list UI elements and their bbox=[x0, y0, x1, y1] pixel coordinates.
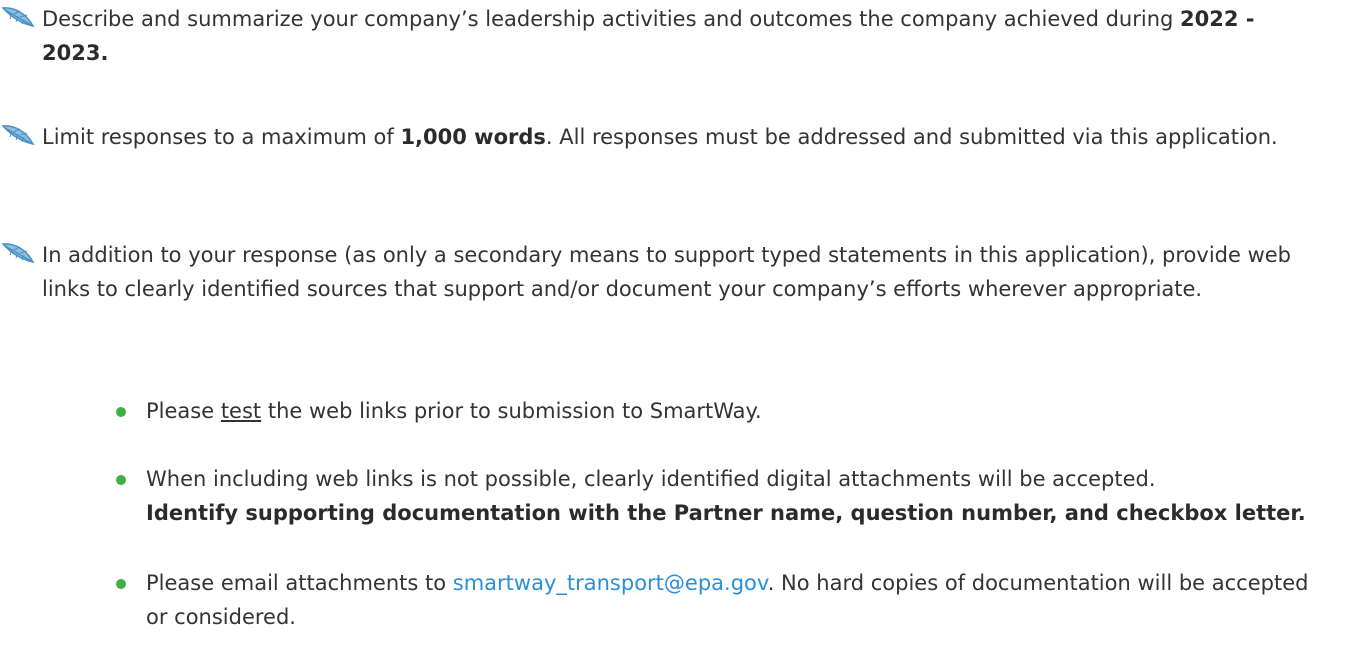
instruction-text-3: In addition to your response (as only a … bbox=[42, 243, 1292, 301]
leaf-icon bbox=[1, 125, 35, 146]
instruction-text-2: Limit responses to a maximum of 1,000 wo… bbox=[42, 120, 1302, 154]
instruction-1-text: Describe and summarize your company’s le… bbox=[42, 7, 1181, 31]
bullet-1-underlined-test: test bbox=[220, 399, 262, 423]
bullet-text-1: Please test the web links prior to submi… bbox=[146, 394, 1316, 428]
bullet-dot bbox=[116, 579, 126, 589]
instruction-2-text-after: . All responses must be addressed and su… bbox=[545, 125, 1278, 149]
instruction-2-word-limit: 1,000 words bbox=[400, 125, 546, 149]
instruction-text-1: Describe and summarize your company’s le… bbox=[42, 2, 1302, 70]
bullet-2-text: When including web links is not possible… bbox=[146, 467, 1156, 491]
bullet-text-3: Please email attachments to smartway_tra… bbox=[146, 566, 1316, 634]
bullet-text-2: When including web links is not possible… bbox=[146, 462, 1316, 530]
bullet-3-text-before: Please email attachments to bbox=[146, 571, 453, 595]
bullet-2-bold-instruction: Identify supporting documentation with t… bbox=[146, 501, 1306, 525]
email-link[interactable]: smartway_transport@epa.gov bbox=[453, 571, 768, 595]
instruction-2-text: Limit responses to a maximum of bbox=[42, 125, 401, 149]
bullet-1-text-before: Please bbox=[146, 399, 221, 423]
leaf-icon bbox=[1, 7, 35, 28]
bullet-1-text-after: the web links prior to submission to Sma… bbox=[261, 399, 762, 423]
leaf-icon bbox=[1, 243, 35, 264]
bullet-dot bbox=[116, 475, 126, 485]
bullet-dot bbox=[116, 407, 126, 417]
